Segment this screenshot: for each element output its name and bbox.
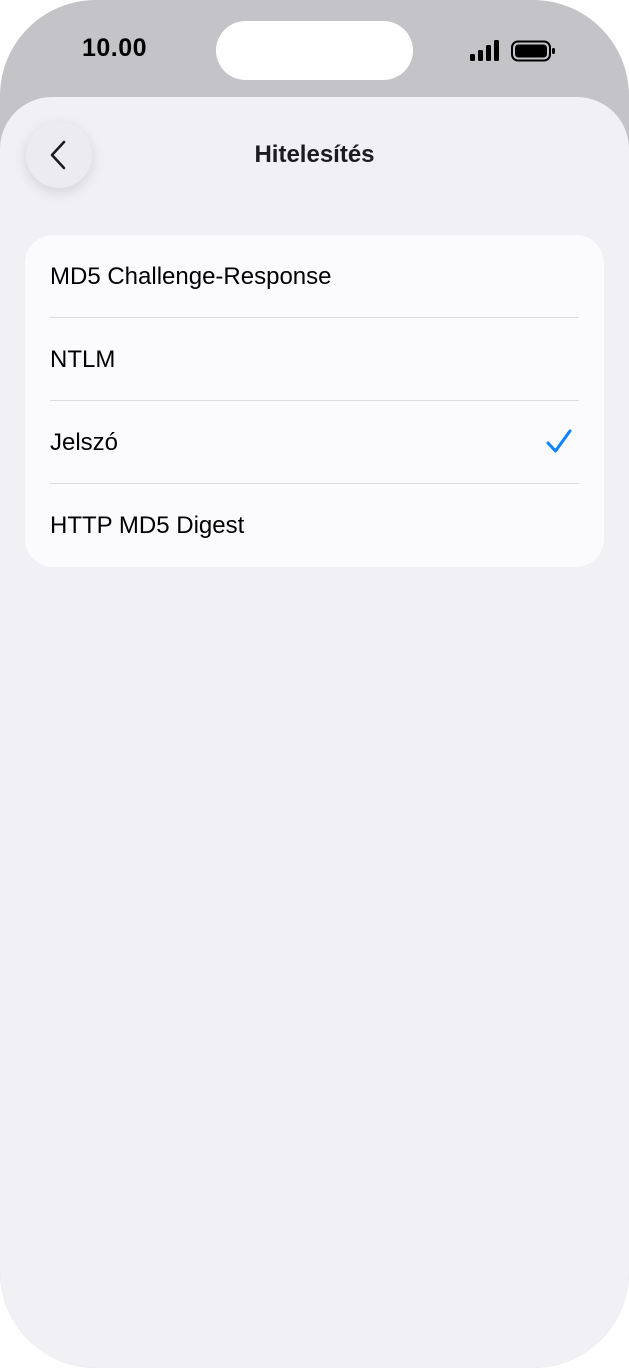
- dynamic-island: [216, 21, 413, 80]
- option-jelszo[interactable]: Jelszó: [25, 401, 604, 484]
- status-time: 10.00: [82, 34, 148, 62]
- option-label: HTTP MD5 Digest: [50, 511, 245, 539]
- option-label: NTLM: [50, 345, 116, 373]
- phone-frame: 10.00 Hitelesítés MD5 Challenge-Response: [0, 0, 629, 1368]
- page-title: Hitelesítés: [254, 141, 375, 168]
- status-bar: 10.00: [0, 0, 629, 100]
- settings-sheet: Hitelesítés MD5 Challenge-Response NTLM …: [0, 97, 629, 1368]
- checkmark-icon: [546, 429, 572, 453]
- option-md5-challenge-response[interactable]: MD5 Challenge-Response: [25, 235, 604, 318]
- option-http-md5-digest[interactable]: HTTP MD5 Digest: [25, 484, 604, 567]
- option-label: Jelszó: [50, 428, 119, 456]
- authentication-options-list: MD5 Challenge-Response NTLM Jelszó HTTP …: [25, 235, 604, 567]
- option-label: MD5 Challenge-Response: [50, 262, 332, 290]
- battery-icon: [511, 40, 555, 62]
- signal-icon: [470, 40, 499, 61]
- option-ntlm[interactable]: NTLM: [25, 318, 604, 401]
